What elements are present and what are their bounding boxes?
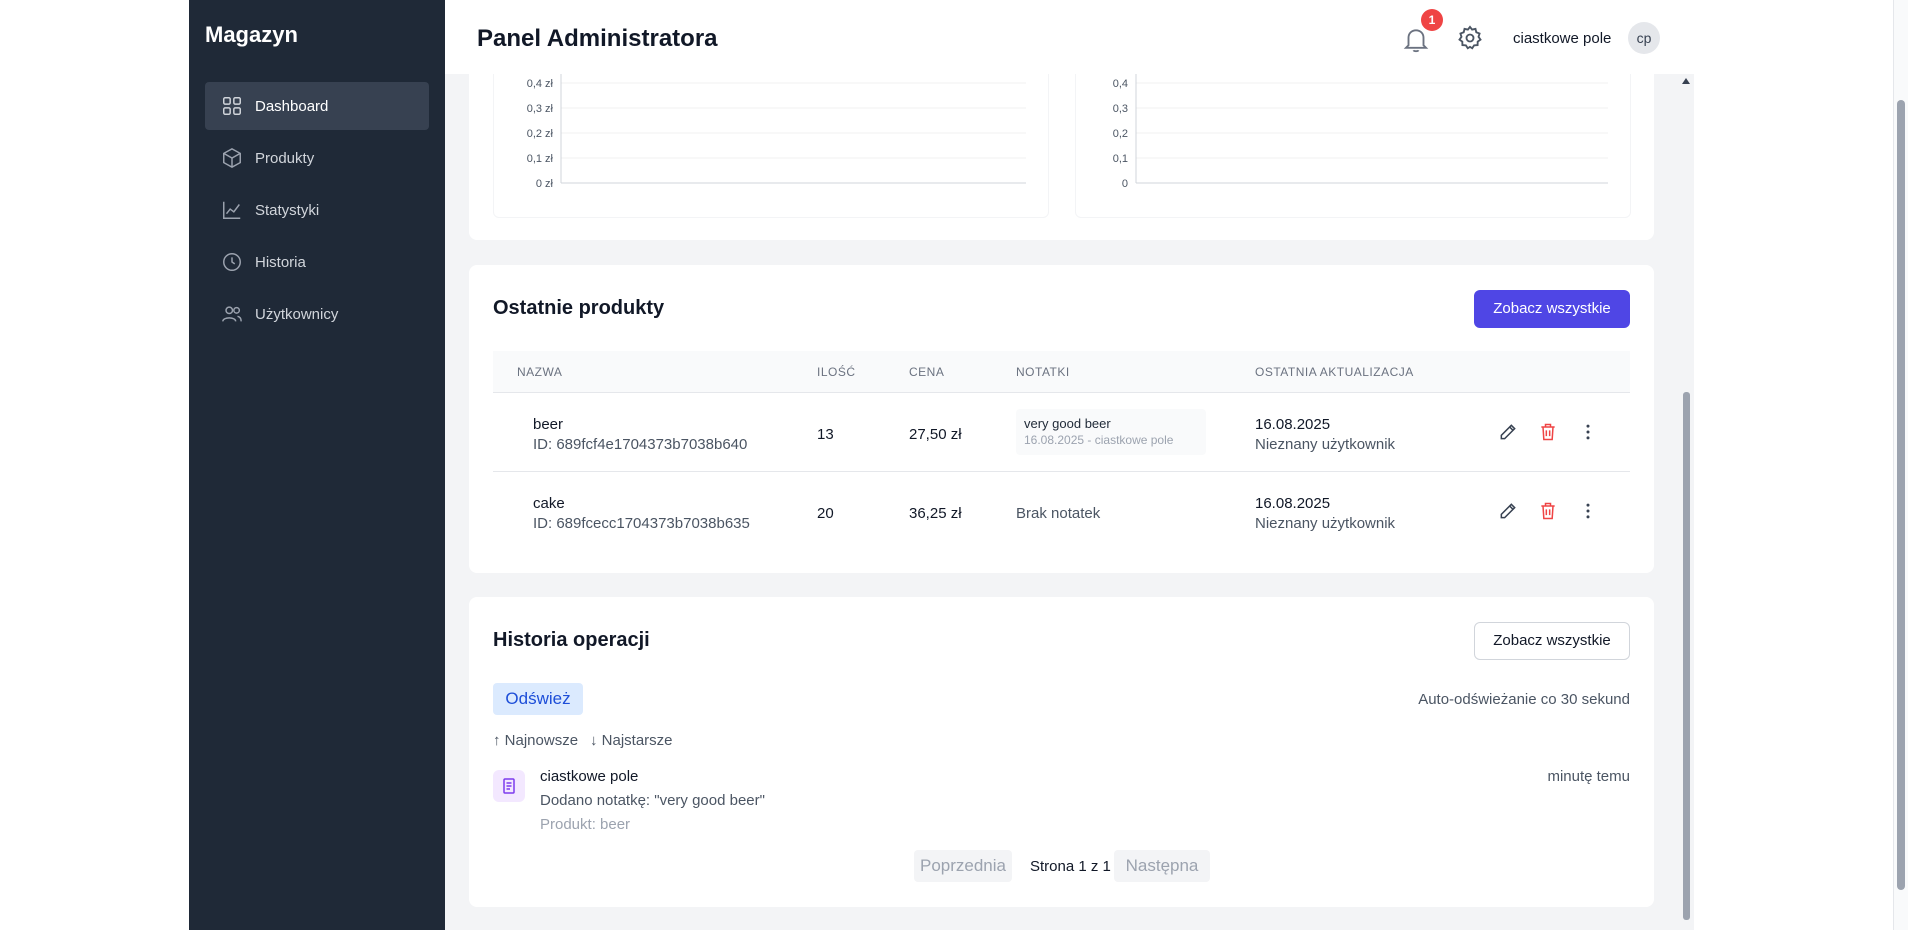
delete-icon[interactable] (1538, 422, 1558, 442)
column-header-price: CENA (909, 365, 945, 379)
edit-icon[interactable] (1498, 422, 1518, 442)
value-chart-tick-label: 0 zł (536, 178, 554, 190)
product-qty: 13 (817, 426, 834, 443)
sidebar-item-dashboard[interactable]: Dashboard (205, 82, 429, 130)
sidebar-item-label: Produkty (255, 149, 315, 167)
sidebar-item-historia[interactable]: Historia (205, 238, 429, 286)
value-chart-tick-label: 0,4 zł (527, 78, 554, 90)
sidebar-item-label: Użytkownicy (255, 305, 339, 323)
column-header-name: NAZWA (517, 365, 563, 379)
history-entry-icon (493, 770, 525, 802)
value-chart-plot: 0,4 zł 0,3 zł 0,2 zł 0,1 zł 0 zł (527, 73, 1026, 190)
quantity-chart-tick-label: 0,4 (1113, 78, 1128, 90)
product-price: 36,25 zł (909, 505, 962, 522)
chart-line-icon (223, 201, 241, 219)
history-entry-description: Dodano notatkę: "very good beer" (540, 792, 765, 809)
product-name: beer (533, 416, 564, 433)
table-header: NAZWA ILOŚĆ CENA NOTATKI OSTATNIA AKTUAL… (493, 351, 1630, 393)
scroll-thumb[interactable] (1683, 392, 1690, 920)
page-title: Panel Administratora (477, 25, 718, 52)
history-entry-user: ciastkowe pole (540, 768, 639, 785)
history-entry-product: Produkt: beer (540, 816, 631, 833)
see-all-products-button[interactable]: Zobacz wszystkie (1474, 290, 1630, 328)
note-document-icon (503, 778, 515, 794)
table-row: cake ID: 689fcecc1704373b7038b635 20 36,… (493, 472, 1630, 551)
sidebar-item-label: Dashboard (255, 97, 329, 115)
note-text: very good beer (1024, 416, 1111, 431)
updated-date: 16.08.2025 (1255, 416, 1331, 433)
content-scroll-area: 0,4 zł 0,3 zł 0,2 zł 0,1 zł 0 zł 0,4 0,3 0,2 0,… (445, 0, 1678, 930)
sidebar-item-produkty[interactable]: Produkty (205, 134, 429, 182)
box-icon (223, 147, 241, 169)
edit-icon[interactable] (1498, 501, 1518, 521)
history-card: Historia operacji Zobacz wszystkie Odświ… (469, 597, 1654, 907)
notification-badge: 1 (1421, 9, 1443, 31)
quantity-chart-tick-label: 0,3 (1113, 103, 1128, 115)
sidebar-item-uzytkownicy[interactable]: Użytkownicy (205, 290, 429, 338)
refresh-button[interactable]: Odśwież (493, 683, 583, 715)
scroll-up-arrow[interactable] (1682, 78, 1690, 84)
column-header-qty: ILOŚĆ (817, 365, 856, 379)
product-id: ID: 689fcecc1704373b7038b635 (533, 515, 750, 532)
sort-newest-button[interactable]: ↑ Najnowsze (493, 732, 578, 749)
top-bar: Panel Administratora 1 ciastkowe pole cp (445, 0, 1678, 74)
value-chart-tick-label: 0,1 zł (527, 153, 554, 165)
product-price: 27,50 zł (909, 426, 962, 443)
sidebar-item-statystyki[interactable]: Statystyki (205, 186, 429, 234)
recent-products-title: Ostatnie produkty (493, 297, 665, 319)
user-name[interactable]: ciastkowe pole (1513, 30, 1611, 47)
main-content: 0,4 zł 0,3 zł 0,2 zł 0,1 zł 0 zł 0,4 0,3 0,2 0,… (445, 0, 1678, 930)
see-all-history-button[interactable]: Zobacz wszystkie (1474, 622, 1630, 660)
table-row: beer ID: 689fcf4e1704373b7038b640 13 27,… (493, 393, 1630, 472)
delete-icon[interactable] (1538, 501, 1558, 521)
more-vertical-icon[interactable] (1578, 501, 1598, 521)
recent-products-card: Ostatnie produkty Zobacz wszystkie NAZWA… (469, 265, 1654, 573)
updated-by: Nieznany użytkownik (1255, 436, 1396, 453)
quantity-chart-tick-label: 0 (1122, 178, 1128, 190)
sort-oldest-button[interactable]: ↓ Najstarsze (590, 732, 673, 749)
value-chart-tick-label: 0,3 zł (527, 103, 554, 115)
gear-icon[interactable] (1456, 24, 1484, 52)
product-id: ID: 689fcf4e1704373b7038b640 (533, 436, 748, 453)
clock-icon (223, 253, 241, 271)
product-note-empty: Brak notatek (1016, 505, 1101, 522)
previous-page-button[interactable]: Poprzednia (914, 850, 1012, 882)
users-icon (222, 306, 242, 322)
sidebar-nav: Dashboard Produkty Statystyki Historia U… (205, 82, 429, 342)
main-scrollbar[interactable] (1678, 74, 1694, 930)
more-vertical-icon[interactable] (1578, 422, 1598, 442)
brand-title: Magazyn (205, 22, 298, 47)
window-scroll-thumb[interactable] (1897, 100, 1905, 890)
product-name: cake (533, 495, 565, 512)
sidebar: Magazyn Dashboard Produkty Statystyki Hi… (189, 0, 445, 930)
quantity-chart-plot: 0,4 0,3 0,2 0,1 0 (1113, 73, 1608, 190)
quantity-chart-tick-label: 0,1 (1113, 153, 1128, 165)
note-meta: 16.08.2025 - ciastkowe pole (1024, 433, 1174, 447)
grid-icon (223, 97, 241, 115)
page-info: Strona 1 z 1 (1030, 858, 1111, 875)
sidebar-item-label: Historia (255, 253, 306, 271)
window-scrollbar[interactable] (1893, 0, 1908, 930)
avatar[interactable]: cp (1628, 22, 1660, 54)
history-title: Historia operacji (493, 629, 650, 651)
column-header-notes: NOTATKI (1016, 365, 1070, 379)
auto-refresh-text: Auto-odświeżanie co 30 sekund (1418, 691, 1630, 708)
sidebar-item-label: Statystyki (255, 201, 320, 219)
updated-date: 16.08.2025 (1255, 495, 1331, 512)
products-table: NAZWA ILOŚĆ CENA NOTATKI OSTATNIA AKTUAL… (493, 351, 1630, 551)
column-header-updated: OSTATNIA AKTUALIZACJA (1255, 365, 1414, 379)
updated-by: Nieznany użytkownik (1255, 515, 1396, 532)
next-page-button[interactable]: Następna (1114, 850, 1210, 882)
history-entry-time: minutę temu (1547, 768, 1630, 785)
product-qty: 20 (817, 505, 834, 522)
value-chart-tick-label: 0,2 zł (527, 128, 554, 140)
product-note: very good beer 16.08.2025 - ciastkowe po… (1016, 409, 1206, 455)
quantity-chart-tick-label: 0,2 (1113, 128, 1128, 140)
